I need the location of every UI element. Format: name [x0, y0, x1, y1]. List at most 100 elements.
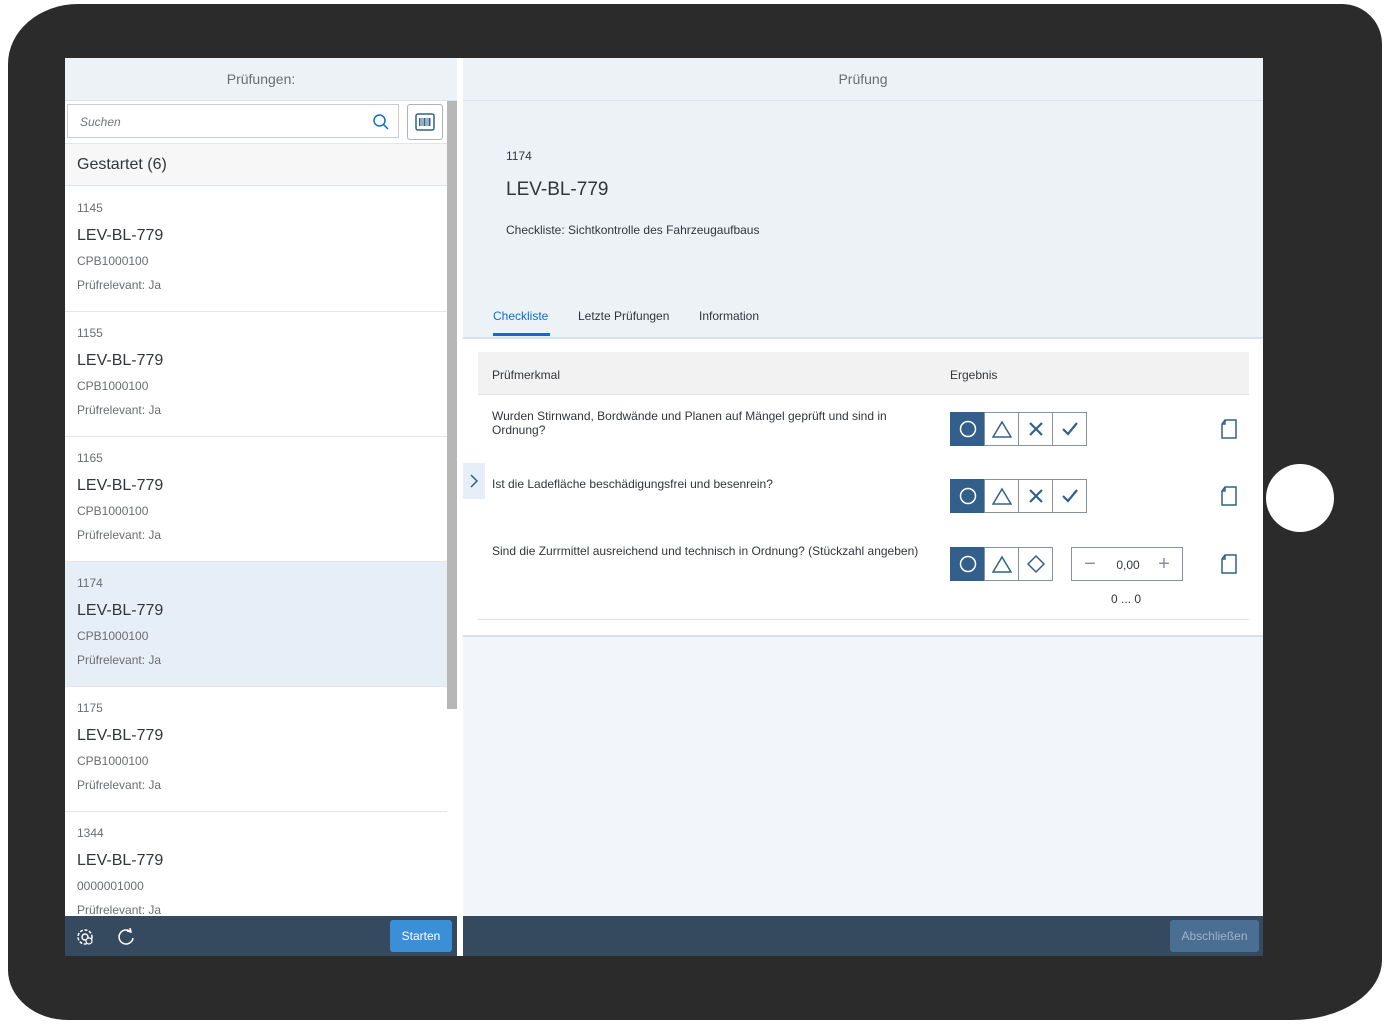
stepper-minus-button[interactable]: − [1080, 553, 1100, 575]
barcode-scan-button[interactable] [407, 104, 443, 140]
detail-footer: Abschließen [463, 916, 1263, 956]
list-item-relevance: Prüfrelevant: Ja [77, 403, 162, 417]
circle-icon [959, 555, 976, 573]
tab-letzte-pruefungen[interactable]: Letzte Prüfungen [578, 309, 669, 323]
row-question: Sind die Zurrmittel ausreichend und tech… [492, 544, 919, 558]
list-item-relevance: Prüfrelevant: Ja [77, 653, 162, 667]
result-option-cross[interactable] [1018, 479, 1053, 513]
search-input[interactable]: Suchen [67, 104, 399, 138]
cross-icon [1028, 422, 1043, 436]
list-item-code: 0000001000 [77, 879, 144, 893]
row-question: Ist die Ladefläche beschädigungsfrei und… [492, 477, 773, 491]
tab-information[interactable]: Information [699, 309, 759, 323]
master-header: Prüfungen: [65, 58, 457, 101]
chevron-right-icon [470, 474, 479, 488]
circle-icon [959, 420, 976, 438]
result-option-circle[interactable] [950, 412, 985, 446]
search-placeholder: Suchen [80, 115, 121, 129]
list-item-number: 1175 [77, 701, 103, 715]
triangle-icon [991, 487, 1012, 505]
result-segmented-control [950, 547, 1053, 581]
result-option-diamond[interactable] [1018, 547, 1053, 581]
cross-icon [1028, 489, 1043, 503]
search-icon[interactable] [372, 113, 390, 131]
settings-gear-icon[interactable] [74, 926, 96, 948]
list-item-selected[interactable]: 1174 LEV-BL-779 CPB1000100 Prüfrelevant:… [65, 562, 447, 687]
search-bar: Suchen [65, 101, 447, 144]
object-title: LEV-BL-779 [506, 179, 609, 200]
list-item-number: 1174 [77, 576, 103, 590]
result-option-triangle[interactable] [984, 547, 1019, 581]
list-item-code: CPB1000100 [77, 754, 149, 768]
column-header-feature: Prüfmerkmal [492, 368, 561, 382]
detail-title: Prüfung [838, 71, 888, 87]
tab-active-indicator [493, 333, 550, 336]
list-item-title: LEV-BL-779 [77, 602, 164, 619]
app-screen: Prüfungen: Suchen Gestartet (6) 1145 LEV… [65, 58, 1263, 956]
row-question: Wurden Stirnwand, Bordwände und Planen a… [492, 409, 887, 437]
result-option-cross[interactable] [1018, 412, 1053, 446]
circle-icon [959, 487, 976, 505]
note-icon[interactable] [1220, 419, 1238, 439]
checklist-table: Prüfmerkmal Ergebnis Wurden Stirnwand, B… [463, 339, 1263, 637]
list-item-code: CPB1000100 [77, 629, 149, 643]
stepper-value[interactable]: 0,00 [1108, 558, 1148, 572]
list-item-number: 1155 [77, 326, 103, 340]
list-item-title: LEV-BL-779 [77, 352, 164, 369]
barcode-icon [415, 113, 435, 131]
check-icon [1061, 489, 1078, 503]
quantity-stepper: − 0,00 + [1071, 547, 1183, 581]
table-row: Wurden Stirnwand, Bordwände und Planen a… [478, 395, 1249, 464]
list-item-number: 1344 [77, 826, 104, 840]
list-item-code: CPB1000100 [77, 504, 149, 518]
stepper-plus-button[interactable]: + [1154, 553, 1174, 575]
group-header-label: Gestartet (6) [77, 155, 167, 173]
list-scrollbar-thumb[interactable] [447, 101, 457, 709]
list-item[interactable]: 1344 LEV-BL-779 0000001000 Prüfrelevant:… [65, 812, 447, 917]
list-item[interactable]: 1155 LEV-BL-779 CPB1000100 Prüfrelevant:… [65, 312, 447, 437]
stepper-range: 0 ... 0 [1111, 592, 1142, 606]
object-number: 1174 [506, 149, 532, 163]
list-item-relevance: Prüfrelevant: Ja [77, 528, 162, 542]
list-item[interactable]: 1175 LEV-BL-779 CPB1000100 Prüfrelevant:… [65, 687, 447, 812]
list-item-code: CPB1000100 [77, 379, 149, 393]
result-option-circle[interactable] [950, 547, 985, 581]
list-item-relevance: Prüfrelevant: Ja [77, 903, 162, 917]
list-item-title: LEV-BL-779 [77, 477, 164, 494]
detail-pane: Prüfung 1174 LEV-BL-779 Checkliste: Sich… [463, 58, 1263, 956]
list-item[interactable]: 1145 LEV-BL-779 CPB1000100 Prüfrelevant:… [65, 187, 447, 312]
master-footer: Starten [65, 916, 457, 956]
list-item-title: LEV-BL-779 [77, 852, 164, 869]
note-icon[interactable] [1220, 554, 1238, 574]
note-icon[interactable] [1220, 486, 1238, 506]
result-segmented-control [950, 479, 1087, 513]
table-header: Prüfmerkmal Ergebnis [478, 352, 1249, 395]
master-title: Prüfungen: [226, 71, 296, 87]
triangle-icon [991, 555, 1012, 573]
table-row: Sind die Zurrmittel ausreichend und tech… [478, 530, 1249, 620]
list-item-number: 1145 [77, 201, 103, 215]
expand-master-button[interactable] [463, 463, 485, 499]
diamond-icon [1026, 554, 1045, 574]
result-option-check[interactable] [1052, 412, 1087, 446]
list-item-relevance: Prüfrelevant: Ja [77, 278, 162, 292]
inspection-list: 1145 LEV-BL-779 CPB1000100 Prüfrelevant:… [65, 187, 447, 917]
tab-checkliste[interactable]: Checkliste [493, 309, 548, 323]
finish-button[interactable]: Abschließen [1170, 920, 1259, 952]
result-segmented-control [950, 412, 1087, 446]
result-option-triangle[interactable] [984, 412, 1019, 446]
refresh-icon[interactable] [115, 926, 137, 948]
list-item[interactable]: 1165 LEV-BL-779 CPB1000100 Prüfrelevant:… [65, 437, 447, 562]
detail-header: Prüfung [463, 58, 1263, 101]
result-option-check[interactable] [1052, 479, 1087, 513]
list-item-relevance: Prüfrelevant: Ja [77, 778, 162, 792]
result-option-triangle[interactable] [984, 479, 1019, 513]
object-subtitle: Checkliste: Sichtkontrolle des Fahrzeuga… [506, 223, 760, 237]
column-header-result: Ergebnis [950, 368, 998, 382]
start-button[interactable]: Starten [390, 920, 452, 952]
tablet-home-button[interactable] [1266, 464, 1334, 532]
list-item-title: LEV-BL-779 [77, 727, 164, 744]
object-header: 1174 LEV-BL-779 Checkliste: Sichtkontrol… [463, 101, 1263, 339]
table-row: Ist die Ladefläche beschädigungsfrei und… [478, 463, 1249, 531]
result-option-circle[interactable] [950, 479, 985, 513]
